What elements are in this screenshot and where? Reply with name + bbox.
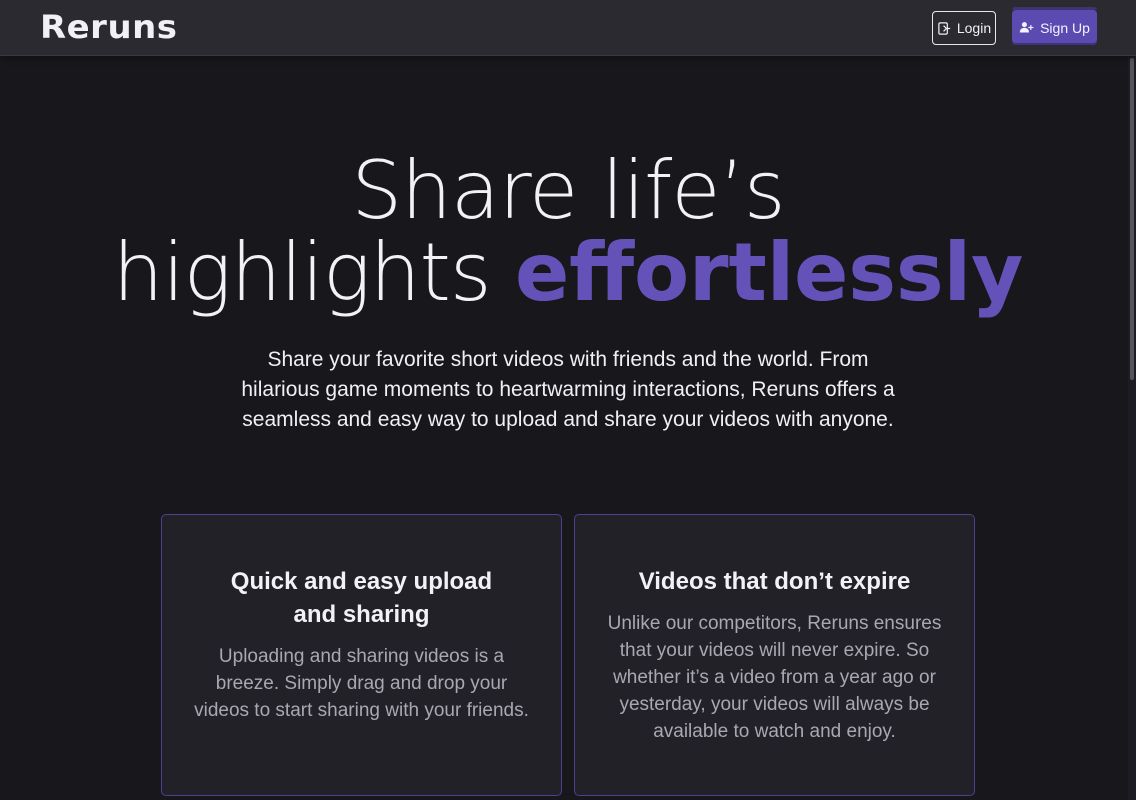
hero-title-line1: Share life’s	[351, 144, 785, 237]
signup-button[interactable]: Sign Up	[1012, 7, 1097, 45]
hero-subtitle: Share your favorite short videos with fr…	[241, 348, 895, 431]
feature-card-text: Uploading and sharing videos is a breeze…	[194, 646, 529, 721]
login-button[interactable]: Login	[932, 11, 996, 45]
hero-title: Share life’s highlights effortlessly	[0, 150, 1136, 314]
feature-card-title: Videos that don’t expire	[638, 568, 911, 595]
feature-card-title: Quick and easy upload and sharing	[230, 568, 493, 628]
login-label: Login	[956, 20, 992, 36]
login-icon	[937, 21, 952, 36]
hero-title-accent: effortlessly	[515, 226, 1024, 319]
hero-title-line2: highlights	[112, 226, 516, 319]
user-plus-icon	[1019, 20, 1034, 35]
feature-card-no-expire: Videos that don’t expire Unlike our comp…	[574, 514, 975, 796]
top-navbar: Reruns Login Sign Up	[0, 0, 1136, 56]
feature-card-upload: Quick and easy upload and sharing Upload…	[161, 514, 562, 796]
signup-label: Sign Up	[1040, 19, 1090, 36]
feature-card-text: Unlike our competitors, Reruns ensures t…	[607, 613, 942, 742]
logo[interactable]: Reruns	[40, 8, 178, 46]
